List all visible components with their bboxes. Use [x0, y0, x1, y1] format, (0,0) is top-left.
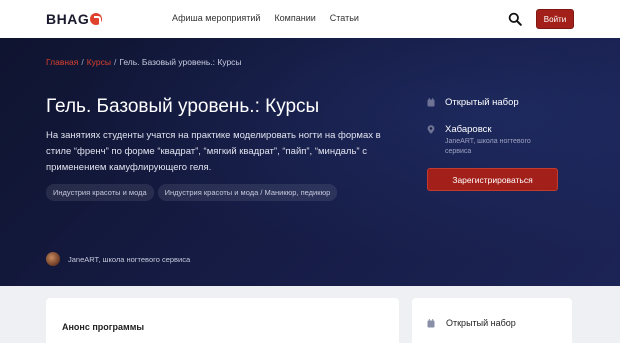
breadcrumb-separator: /	[113, 57, 117, 67]
breadcrumb: Главная / Курсы / Гель. Базовый уровень.: Ку…	[46, 57, 242, 67]
breadcrumb-separator: /	[81, 57, 84, 67]
status-label: Открытый набор	[445, 97, 519, 108]
breadcrumb-current: Гель. Базовый уровень.: Курсы	[119, 57, 242, 67]
site-logo[interactable]: BHAG	[46, 11, 103, 27]
breadcrumb-home[interactable]: Главная	[46, 57, 78, 67]
search-icon[interactable]	[508, 12, 522, 26]
status-label: Открытый набор	[446, 318, 516, 328]
tag-beauty[interactable]: Индустрия красоты и мода	[46, 184, 154, 201]
city-organizer: JaneART, школа ногтевого сервиса	[445, 138, 531, 155]
main-nav: Афиша мероприятий Компании Статьи	[172, 13, 373, 23]
page-title: Гель. Базовый уровень.: Курсы	[46, 96, 320, 117]
organizer[interactable]: JaneART, школа ногтевого сервиса	[46, 252, 190, 266]
register-button[interactable]: Зарегистрироваться	[427, 168, 558, 191]
tag-manicure[interactable]: Индустрия красоты и мода / Маникюр, педи…	[157, 184, 338, 201]
avatar	[46, 252, 60, 266]
location-pin-icon	[427, 125, 435, 134]
status-card: Открытый набор	[412, 298, 572, 343]
nav-articles[interactable]: Статьи	[330, 13, 359, 23]
logo-text: BHAG	[46, 11, 90, 27]
program-card: Анонс программы	[46, 298, 399, 343]
enrollment-status: Открытый набор	[427, 97, 519, 108]
breadcrumb-courses[interactable]: Курсы	[87, 57, 111, 67]
calendar-icon	[427, 318, 435, 327]
status-row: Открытый набор	[427, 318, 516, 328]
program-title: Анонс программы	[62, 322, 145, 332]
calendar-icon	[427, 98, 435, 107]
course-hero: Главная / Курсы / Гель. Базовый уровень.: Ку…	[0, 38, 620, 286]
nav-events[interactable]: Афиша мероприятий	[172, 13, 260, 23]
category-tags: Индустрия красоты и мода Индустрия красо…	[46, 184, 338, 201]
organizer-name: JaneART, школа ногтевого сервиса	[68, 254, 191, 264]
site-header: BHAG Афиша мероприятий Компании Статьи В…	[0, 0, 620, 38]
logo-mark-icon	[90, 13, 103, 25]
nav-companies[interactable]: Компании	[274, 13, 315, 23]
location: Хабаровск JaneART, школа ногтевого серви…	[427, 124, 555, 157]
course-description: На занятиях студенты учатся на практике …	[46, 130, 381, 173]
city-label: Хабаровск	[445, 124, 492, 135]
login-button[interactable]: Войти	[536, 9, 574, 29]
